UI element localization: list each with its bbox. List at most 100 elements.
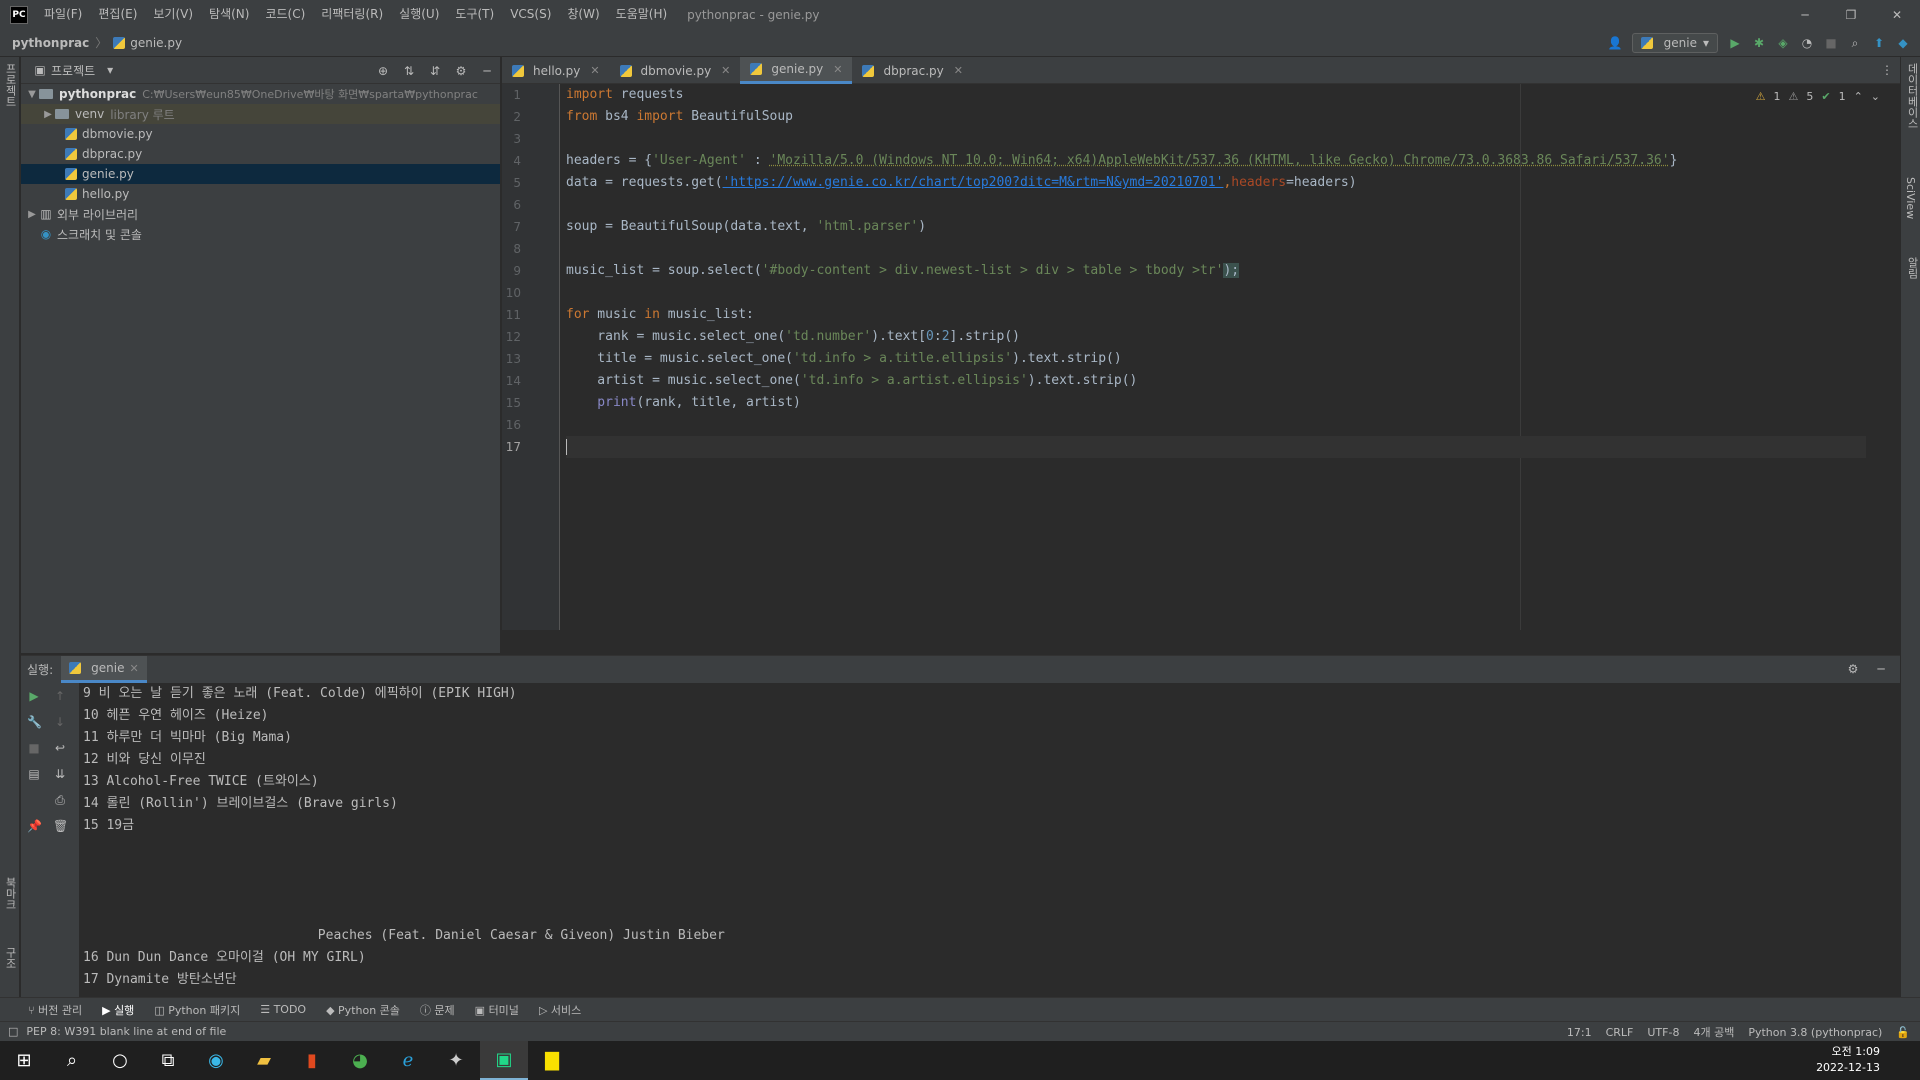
line-separator[interactable]: CRLF: [1606, 1026, 1634, 1039]
debug-icon[interactable]: ✱: [1752, 36, 1766, 50]
run-config-select[interactable]: genie ▾: [1631, 33, 1718, 53]
profile-icon[interactable]: ◔: [1800, 36, 1814, 50]
file-encoding[interactable]: UTF-8: [1647, 1026, 1679, 1039]
database-tool-tab[interactable]: 데이터베이스: [1904, 63, 1920, 129]
editor-tab[interactable]: dbprac.py ✕: [852, 57, 973, 84]
tab-version-control[interactable]: ⑂ 버전 관리: [28, 1002, 82, 1018]
close-icon[interactable]: ✕: [721, 64, 730, 77]
tab-python-console[interactable]: ◆ Python 콘솔: [326, 1002, 400, 1018]
layout-icon[interactable]: ▤: [27, 767, 41, 781]
menu-file[interactable]: 파일(F): [36, 0, 90, 29]
rerun-icon[interactable]: ▶: [27, 689, 41, 703]
menu-navigate[interactable]: 탐색(N): [201, 0, 257, 29]
wrench-icon[interactable]: 🔧: [27, 715, 42, 729]
project-panel-title[interactable]: 프로젝트: [51, 62, 95, 79]
chevron-right-icon[interactable]: ▶: [41, 109, 55, 120]
chevron-up-icon[interactable]: ⌃: [1854, 90, 1863, 103]
game-icon[interactable]: ✦: [432, 1041, 480, 1080]
menu-help[interactable]: 도움말(H): [608, 0, 676, 29]
run-tab[interactable]: genie ✕: [61, 656, 147, 683]
update-icon[interactable]: ⬆: [1872, 36, 1886, 50]
code-with-me-icon[interactable]: ◆: [1896, 36, 1910, 50]
windows-start-icon[interactable]: ⊞: [0, 1041, 48, 1080]
search-icon[interactable]: ⌕: [48, 1041, 96, 1080]
print-icon[interactable]: ⎙: [53, 793, 67, 807]
hide-icon[interactable]: ─: [480, 64, 494, 78]
internet-explorer-icon[interactable]: ℯ: [384, 1041, 432, 1080]
system-clock[interactable]: 오전 1:09 2022-12-13: [1816, 1044, 1880, 1076]
scroll-down-icon[interactable]: ↓: [53, 715, 67, 729]
gear-icon[interactable]: ⚙: [1846, 662, 1860, 676]
close-icon[interactable]: ✕: [954, 64, 963, 77]
minimize-icon[interactable]: ─: [1782, 0, 1828, 29]
tab-problems[interactable]: ⓘ 문제: [420, 1002, 455, 1018]
code-editor[interactable]: 1 2 3 4 5 6 7 8 9 10 11 12 13 14 15 16 1…: [502, 84, 1900, 630]
search-icon[interactable]: ⌕: [1848, 36, 1862, 50]
console-output[interactable]: 9 비 오는 날 듣기 좋은 노래 (Feat. Colde) 에픽하이 (EP…: [83, 683, 1883, 998]
locate-icon[interactable]: ⊕: [376, 64, 390, 78]
chevron-down-icon[interactable]: ▾: [107, 63, 113, 77]
tree-scratches[interactable]: ◉ 스크래치 및 콘솔: [21, 224, 500, 244]
close-icon[interactable]: ✕: [833, 63, 842, 76]
notifications-tool-tab[interactable]: 알림: [1904, 257, 1920, 279]
tab-python-packages[interactable]: ◫ Python 패키지: [154, 1002, 240, 1018]
close-icon[interactable]: ✕: [1874, 0, 1920, 29]
editor-tab-active[interactable]: genie.py ✕: [740, 57, 853, 84]
inspection-widget[interactable]: ⚠ 1 ⚠ 5 ✔ 1 ⌃ ⌄: [1756, 90, 1880, 103]
gear-icon[interactable]: ⚙: [454, 64, 468, 78]
tree-venv[interactable]: ▶ venv library 루트: [21, 104, 500, 124]
more-icon[interactable]: ⋮: [1880, 63, 1894, 77]
project-tool-tab[interactable]: 프로젝트: [2, 63, 18, 107]
close-icon[interactable]: ✕: [129, 662, 138, 675]
hide-icon[interactable]: ─: [1874, 662, 1888, 676]
menu-view[interactable]: 보기(V): [145, 0, 201, 29]
stop-icon[interactable]: ■: [27, 741, 41, 755]
tab-services[interactable]: ▷ 서비스: [539, 1002, 581, 1018]
breadcrumb-file[interactable]: genie.py: [130, 36, 182, 50]
bookmarks-tool-tab[interactable]: 북마크: [2, 877, 18, 910]
tree-file[interactable]: hello.py: [21, 184, 500, 204]
kakaotalk-icon[interactable]: ▇: [528, 1041, 576, 1080]
tab-run[interactable]: ▶ 실행: [102, 1002, 134, 1018]
file-explorer-icon[interactable]: ▰: [240, 1041, 288, 1080]
menu-code[interactable]: 코드(C): [257, 0, 313, 29]
tree-root[interactable]: ▼ pythonprac C:₩Users₩eun85₩OneDrive₩바탕 …: [21, 84, 500, 104]
breadcrumb-project[interactable]: pythonprac: [12, 36, 89, 50]
tree-file[interactable]: dbprac.py: [21, 144, 500, 164]
tree-external-libraries[interactable]: ▶ ▥ 외부 라이브러리: [21, 204, 500, 224]
close-icon[interactable]: ✕: [590, 64, 599, 77]
scroll-to-end-icon[interactable]: ⇊: [53, 767, 67, 781]
tab-todo[interactable]: ☰ TODO: [260, 1003, 306, 1016]
menu-edit[interactable]: 편집(E): [90, 0, 145, 29]
menu-vcs[interactable]: VCS(S): [502, 0, 559, 29]
status-square-icon[interactable]: □: [8, 1025, 18, 1038]
tree-file-selected[interactable]: genie.py: [21, 164, 500, 184]
chevron-down-icon[interactable]: ▼: [25, 89, 39, 100]
cortana-icon[interactable]: ○: [96, 1041, 144, 1080]
pin-icon[interactable]: 📌: [27, 819, 42, 833]
structure-tool-tab[interactable]: 구조: [2, 947, 18, 969]
scroll-up-icon[interactable]: ↑: [53, 689, 67, 703]
chrome-icon[interactable]: ◕: [336, 1041, 384, 1080]
interpreter[interactable]: Python 3.8 (pythonprac): [1748, 1026, 1882, 1039]
editor-tab[interactable]: hello.py ✕: [502, 57, 610, 84]
trash-icon[interactable]: 🗑: [53, 819, 68, 833]
tree-file[interactable]: dbmovie.py: [21, 124, 500, 144]
expand-all-icon[interactable]: ⇅: [402, 64, 416, 78]
coverage-icon[interactable]: ◈: [1776, 36, 1790, 50]
menu-run[interactable]: 실행(U): [391, 0, 447, 29]
indent-setting[interactable]: 4개 공백: [1693, 1024, 1734, 1040]
editor-tab[interactable]: dbmovie.py ✕: [610, 57, 741, 84]
sciview-tool-tab[interactable]: SciView: [1904, 177, 1917, 219]
caret-position[interactable]: 17:1: [1567, 1026, 1592, 1039]
task-view-icon[interactable]: ⧉: [144, 1041, 192, 1080]
soft-wrap-icon[interactable]: ↩: [53, 741, 67, 755]
lock-icon[interactable]: 🔓: [1896, 1026, 1910, 1039]
menu-refactor[interactable]: 리팩터링(R): [313, 0, 391, 29]
office-icon[interactable]: ▮: [288, 1041, 336, 1080]
tab-terminal[interactable]: ▣ 터미널: [475, 1002, 519, 1018]
menu-tools[interactable]: 도구(T): [447, 0, 502, 29]
pycharm-icon[interactable]: ▣: [480, 1041, 528, 1080]
chevron-right-icon[interactable]: ▶: [25, 209, 39, 220]
user-icon[interactable]: 👤: [1608, 36, 1623, 50]
